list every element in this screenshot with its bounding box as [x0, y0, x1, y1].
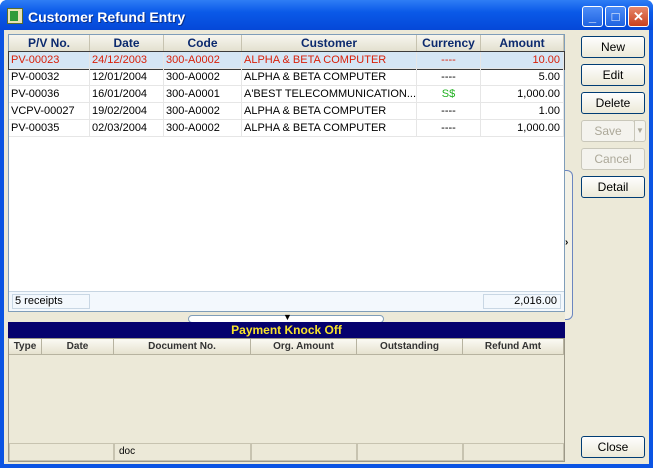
cell-currency: ---- — [417, 69, 481, 86]
detail-button[interactable]: Detail — [581, 176, 645, 198]
side-collapse-handle[interactable]: › — [565, 170, 573, 320]
knockoff-grid: Type Date Document No. Org. Amount Outst… — [8, 338, 565, 462]
cell-pv-no: PV-00032 — [9, 69, 90, 86]
column-header-date[interactable]: Date — [90, 35, 164, 52]
cell-pv-no: PV-00036 — [9, 86, 90, 103]
cell-customer: ALPHA & BETA COMPUTER — [242, 69, 417, 86]
cell-pv-no: PV-00035 — [9, 120, 90, 137]
cell-amount: 5.00 — [481, 69, 564, 86]
window-title: Customer Refund Entry — [28, 9, 186, 25]
cell-currency: S$ — [417, 86, 481, 103]
edit-button[interactable]: Edit — [581, 64, 645, 86]
receipt-count: 5 receipts — [12, 294, 90, 309]
cell-currency: ---- — [417, 120, 481, 137]
column-header-currency[interactable]: Currency — [417, 35, 481, 52]
cell-amount: 1.00 — [481, 103, 564, 120]
chevron-down-icon: ▼ — [283, 312, 292, 322]
column-header-pv-no[interactable]: P/V No. — [9, 35, 90, 52]
chevron-right-icon: › — [565, 237, 569, 248]
cell-amount: 1,000.00 — [481, 120, 564, 137]
minimize-button[interactable]: _ — [582, 6, 603, 27]
app-icon — [7, 8, 23, 24]
amount-total: 2,016.00 — [483, 294, 561, 309]
knockoff-footer-cell — [463, 443, 564, 461]
window-client-area: P/V No. Date Code Customer Currency Amou… — [4, 30, 649, 464]
cell-code: 300-A0002 — [164, 120, 242, 137]
knockoff-footer-cell — [251, 443, 357, 461]
save-button[interactable]: Save — [581, 120, 635, 142]
cell-date: 12/01/2004 — [90, 69, 164, 86]
cell-amount: 1,000.00 — [481, 86, 564, 103]
cell-currency: ---- — [417, 103, 481, 120]
save-dropdown-arrow-icon[interactable]: ▼ — [634, 120, 646, 142]
column-header-refund-amt[interactable]: Refund Amt — [463, 339, 564, 355]
cell-code: 300-A0001 — [164, 86, 242, 103]
table-row[interactable]: PV-00023 24/12/2003 300-A0002 ALPHA & BE… — [8, 51, 565, 70]
column-header-amount[interactable]: Amount — [481, 35, 564, 52]
table-row[interactable]: VCPV-00027 19/02/2004 300-A0002 ALPHA & … — [9, 103, 564, 120]
grid-footer: 5 receipts 2,016.00 — [9, 291, 564, 311]
cell-code: 300-A0002 — [164, 103, 242, 120]
column-header-document-no[interactable]: Document No. — [114, 339, 251, 355]
delete-button[interactable]: Delete — [581, 92, 645, 114]
knockoff-footer-cell — [9, 443, 114, 461]
new-button[interactable]: New — [581, 36, 645, 58]
cell-code: 300-A0002 — [164, 52, 242, 69]
column-header-outstanding[interactable]: Outstanding — [357, 339, 463, 355]
cell-customer: ALPHA & BETA COMPUTER — [242, 103, 417, 120]
cell-currency: ---- — [417, 52, 481, 69]
cell-amount: 10.00 — [481, 52, 564, 69]
cell-customer: A'BEST TELECOMMUNICATION... — [242, 86, 417, 103]
column-header-org-amount[interactable]: Org. Amount — [251, 339, 357, 355]
refund-grid: P/V No. Date Code Customer Currency Amou… — [8, 34, 565, 312]
knockoff-footer-doc: doc — [114, 443, 251, 461]
cell-pv-no: PV-00023 — [9, 52, 90, 69]
cancel-button[interactable]: Cancel — [581, 148, 645, 170]
cell-customer: ALPHA & BETA COMPUTER — [242, 52, 417, 69]
cell-pv-no: VCPV-00027 — [9, 103, 90, 120]
cell-date: 24/12/2003 — [90, 52, 164, 69]
knockoff-footer-cell — [357, 443, 463, 461]
column-header-type[interactable]: Type — [9, 339, 42, 355]
table-row[interactable]: PV-00036 16/01/2004 300-A0001 A'BEST TEL… — [9, 86, 564, 103]
title-bar[interactable]: Customer Refund Entry _ □ ✕ — [0, 0, 653, 30]
knockoff-title-bar: Payment Knock Off — [8, 322, 565, 338]
app-window: Customer Refund Entry _ □ ✕ P/V No. Date… — [0, 0, 653, 468]
column-header-code[interactable]: Code — [164, 35, 242, 52]
maximize-button[interactable]: □ — [605, 6, 626, 27]
column-header-customer[interactable]: Customer — [242, 35, 417, 52]
column-header-date[interactable]: Date — [42, 339, 114, 355]
cell-code: 300-A0002 — [164, 69, 242, 86]
close-button[interactable]: Close — [581, 436, 645, 458]
cell-date: 16/01/2004 — [90, 86, 164, 103]
cell-customer: ALPHA & BETA COMPUTER — [242, 120, 417, 137]
table-row[interactable]: PV-00035 02/03/2004 300-A0002 ALPHA & BE… — [9, 120, 564, 137]
cell-date: 19/02/2004 — [90, 103, 164, 120]
cell-date: 02/03/2004 — [90, 120, 164, 137]
close-window-button[interactable]: ✕ — [628, 6, 649, 27]
table-row[interactable]: PV-00032 12/01/2004 300-A0002 ALPHA & BE… — [9, 69, 564, 86]
